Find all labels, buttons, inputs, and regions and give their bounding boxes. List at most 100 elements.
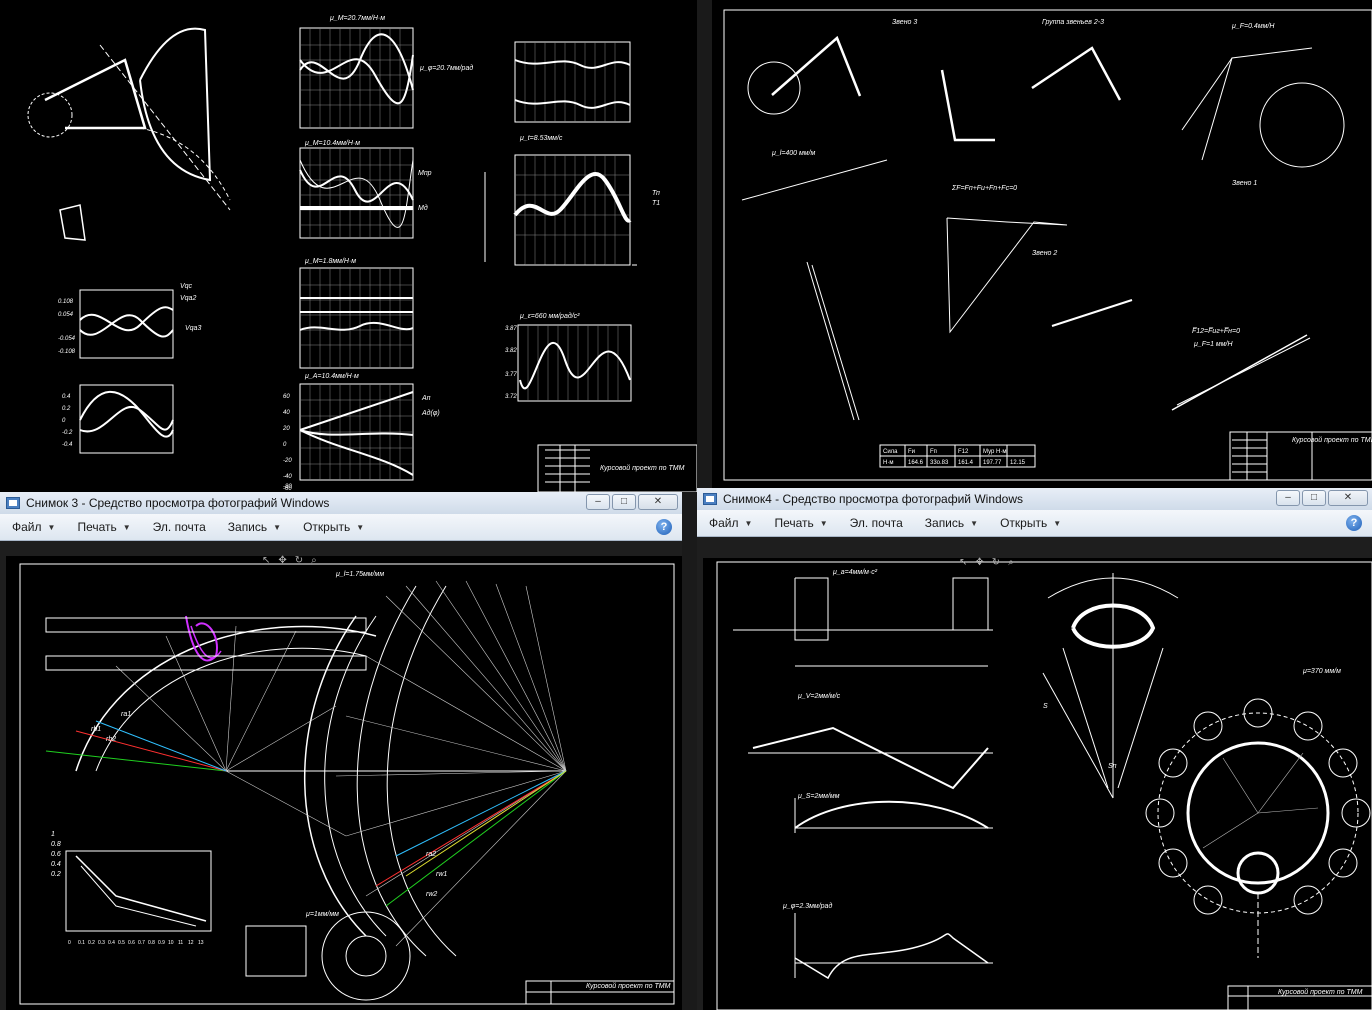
table-header-cell: Fи: [908, 449, 915, 455]
drawing-label: -20: [283, 458, 292, 464]
drawing-label: μ_l=400 мм/м: [771, 150, 816, 157]
drawing-label: μ_ε=660 мм/рад/с²: [519, 312, 580, 320]
drawing-label: F̅12=F̅иг+F̅н=0: [1192, 327, 1240, 335]
drawing-gear-meshing: μ_l=1.75мм/мм μ=1мм/мм Курсовой проект по …: [19, 563, 675, 1005]
drawing-label: 3.77: [505, 372, 517, 378]
rotate-icon[interactable]: ↻: [992, 558, 1000, 568]
drawing-label: 0.4: [62, 394, 71, 400]
move-icon[interactable]: ✥: [975, 558, 983, 568]
drawing-label: ra2: [426, 851, 436, 858]
move-icon[interactable]: ✥: [278, 556, 286, 566]
drawing-label: 0.4: [51, 861, 61, 868]
menu-bar: Файл ▼ Печать ▼ Эл. почта Запись ▼ Открыть ▼…: [0, 514, 682, 541]
drawing-label: 0: [62, 418, 66, 424]
menu-file[interactable]: Файл ▼: [709, 516, 752, 530]
menu-burn[interactable]: Запись ▼: [228, 520, 281, 534]
tick-label: 0.5: [118, 940, 125, 946]
table-header-cell: F12: [958, 449, 969, 455]
drawing-label: 0.054: [58, 312, 74, 318]
drawing-label: Ад(φ): [421, 409, 440, 417]
viewer-toolstrip: ↖ ✥ ↻ ⌕: [959, 558, 1014, 568]
drawing-label: μ_V=2мм/м/с: [797, 693, 841, 700]
tick-label: 0.6: [128, 940, 135, 946]
maximize-button[interactable]: □: [1302, 490, 1326, 506]
pointer-icon[interactable]: ↖: [262, 556, 270, 566]
close-button[interactable]: ✕: [638, 494, 678, 510]
drawing-label: rw2: [426, 891, 437, 898]
drawing-label: Звено 3: [892, 19, 917, 26]
zoom-icon[interactable]: ⌕: [311, 556, 317, 566]
image-canvas[interactable]: μ_l=1.75мм/мм μ=1мм/мм Курсовой проект по …: [6, 556, 682, 1010]
chevron-down-icon: ▼: [970, 518, 979, 528]
drawing-label: rb1: [91, 726, 101, 733]
photo-viewer-window-3[interactable]: Снимок 3 - Средство просмотра фотографий…: [0, 492, 682, 1010]
drawing-window-top-right: Звено 3 Группа звеньев 2-3 Звено 2 Звено 1 μ…: [712, 0, 1372, 492]
drawing-label: 20: [282, 426, 290, 432]
chevron-down-icon: ▼: [1053, 518, 1062, 528]
rotate-icon[interactable]: ↻: [295, 556, 303, 566]
drawing-label: 3.87: [505, 326, 517, 332]
chevron-down-icon: ▼: [356, 522, 365, 532]
menu-burn[interactable]: Запись ▼: [925, 516, 978, 530]
menu-file[interactable]: Файл ▼: [12, 520, 55, 534]
drawing-label: 0: [283, 442, 287, 448]
window-titlebar[interactable]: Снимок 3 - Средство просмотра фотографий…: [0, 492, 682, 515]
minimize-button[interactable]: –: [586, 494, 610, 510]
drawing-label: 40: [283, 410, 290, 416]
drawing-label: rw1: [436, 871, 447, 878]
drawing-label: -0.2: [62, 430, 73, 436]
drawing-label: μ_t=8.53мм/с: [519, 135, 563, 142]
drawing-label: -0.054: [58, 336, 76, 342]
drawing-label: μ_l=1.75мм/мм: [335, 571, 384, 578]
drawing-label: rb2: [106, 736, 116, 743]
drawing-label: -40: [283, 474, 292, 480]
drawing-label: μ_M=10.4мм/Н·м: [304, 140, 360, 147]
drawing-label: Vqa2: [180, 295, 196, 302]
help-icon[interactable]: ?: [1346, 515, 1362, 531]
tick-label: 0.8: [148, 940, 155, 946]
zoom-icon[interactable]: ⌕: [1008, 558, 1014, 568]
drawing-window-top-left: μ_M=20.7мм/Н·м μ_φ=20.7мм/рад μ_M=10.4мм/Н…: [0, 0, 697, 492]
menu-email[interactable]: Эл. почта: [153, 520, 206, 534]
image-canvas[interactable]: μ_a=4мм/м·с² μ_V=2мм/м/с μ_S=2мм/мм μ_φ=2.3…: [703, 558, 1372, 1010]
drawing-label: μ=370 мм/м: [1302, 668, 1341, 675]
menu-open[interactable]: Открыть ▼: [1000, 516, 1061, 530]
table-header-cell: Мур Н·м: [983, 449, 1006, 455]
table-cell: 197.77: [983, 460, 1002, 466]
window-titlebar[interactable]: Снимок4 - Средство просмотра фотографий …: [697, 488, 1372, 511]
drawing-label: μ_F=0.4мм/Н: [1231, 23, 1275, 30]
drawing-label: 3.82: [505, 348, 517, 354]
drawing-label: Звено 1: [1232, 180, 1257, 187]
maximize-button[interactable]: □: [612, 494, 636, 510]
viewer-toolstrip: ↖ ✥ ↻ ⌕: [262, 556, 317, 566]
table-cell: 33о.83: [930, 460, 949, 466]
drawing-label: -80: [283, 484, 292, 490]
drawing-label: Курсовой проект по ТММ: [586, 982, 671, 990]
pointer-icon[interactable]: ↖: [959, 558, 967, 568]
tick-label: 0.4: [108, 940, 115, 946]
drawing-label: μ_a=4мм/м·с²: [832, 569, 878, 576]
help-icon[interactable]: ?: [656, 519, 672, 535]
menu-email[interactable]: Эл. почта: [850, 516, 903, 530]
table-cell: 161.4: [958, 460, 974, 466]
menu-print[interactable]: Печать ▼: [77, 520, 130, 534]
drawing-label: Группа звеньев 2-3: [1042, 19, 1104, 26]
menu-print[interactable]: Печать ▼: [774, 516, 827, 530]
drawing-label: 0.6: [51, 851, 61, 858]
tick-label: 12: [188, 940, 194, 946]
drawing-label: 0.108: [58, 299, 74, 305]
menu-open[interactable]: Открыть ▼: [303, 520, 364, 534]
table-header-cell: Fп: [930, 449, 937, 455]
drawing-label: Тп: [652, 190, 660, 197]
close-button[interactable]: ✕: [1328, 490, 1368, 506]
drawing-force-analysis: Звено 3 Группа звеньев 2-3 Звено 2 Звено 1 μ…: [723, 9, 1372, 481]
drawing-label: -0.108: [58, 349, 76, 355]
drawing-label: Курсовой проект по ТММ: [600, 464, 685, 472]
minimize-button[interactable]: –: [1276, 490, 1300, 506]
tick-label: 0.2: [88, 940, 95, 946]
photo-viewer-window-4[interactable]: Снимок4 - Средство просмотра фотографий …: [697, 488, 1372, 1010]
tick-label: 13: [198, 940, 204, 946]
photo-viewer-app-icon: [6, 497, 20, 509]
drawing-label: ΣF=Fп+Fи+Fn+Fc=0: [951, 185, 1017, 192]
tick-label: 0.1: [78, 940, 85, 946]
